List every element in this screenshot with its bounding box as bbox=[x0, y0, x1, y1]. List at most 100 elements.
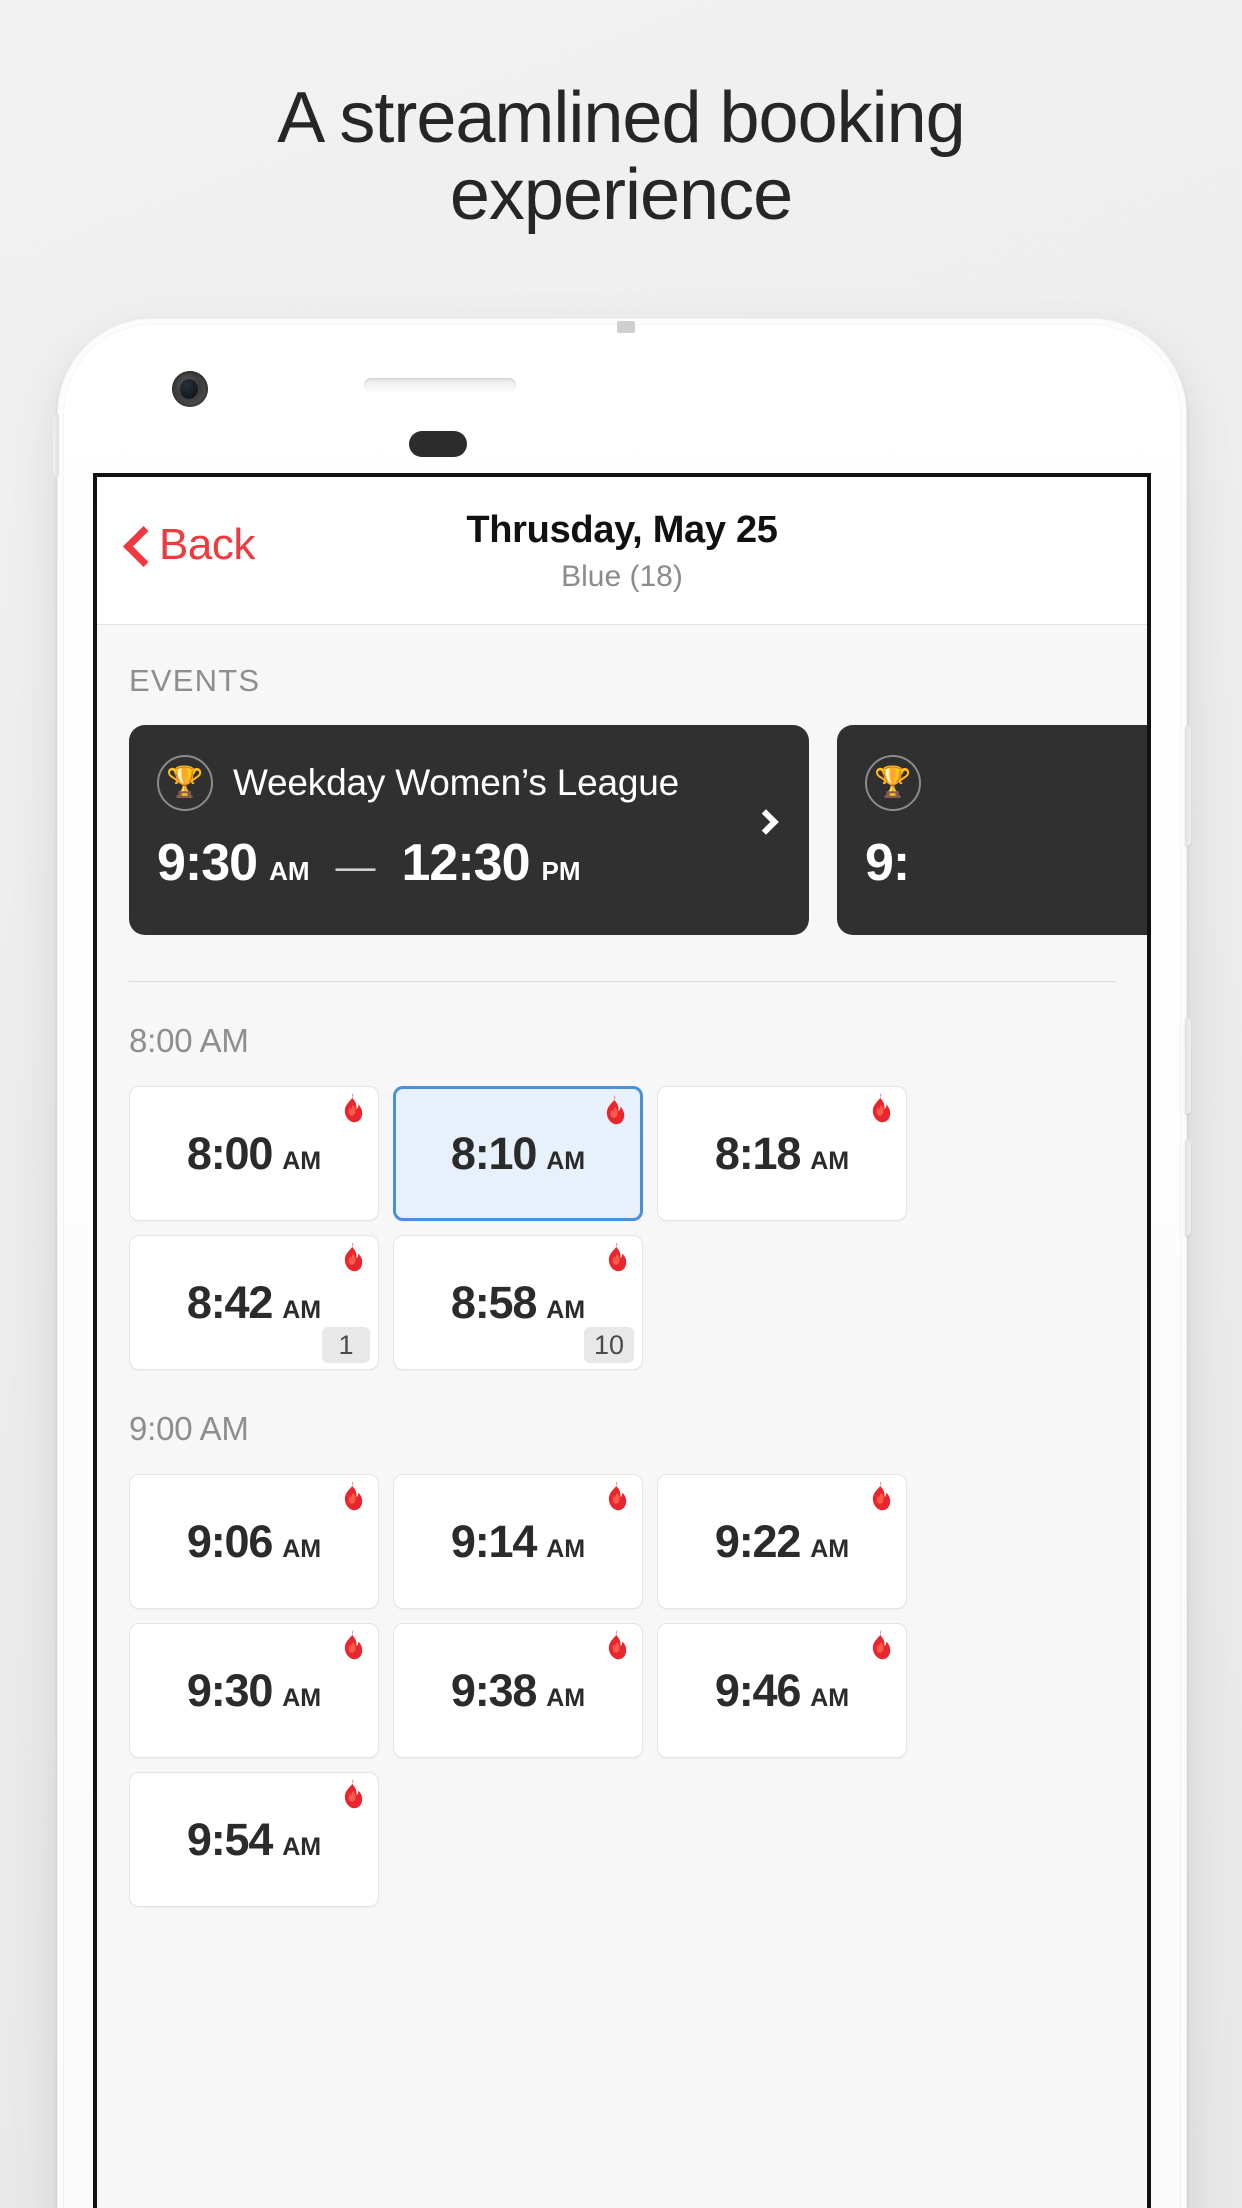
flame-icon bbox=[340, 1242, 366, 1274]
event-time-range: 9:30 AM — 12:30 PM bbox=[157, 833, 781, 893]
time-slot-time-wrap: 8:42 AM bbox=[187, 1277, 321, 1329]
time-slot-meridiem: AM bbox=[546, 1534, 586, 1563]
screen-content: EVENTS 🏆 Weekday Women’s League 9:30 AM … bbox=[97, 625, 1147, 1907]
time-group-label: 9:00 AM bbox=[129, 1410, 249, 1447]
time-slot[interactable]: 8:00 AM bbox=[129, 1086, 379, 1221]
flame-icon bbox=[340, 1779, 366, 1811]
event-start-time: 9: bbox=[865, 834, 910, 892]
front-camera-icon bbox=[172, 371, 208, 407]
time-slot-time: 8:18 bbox=[714, 1127, 801, 1179]
time-slot[interactable]: 9:06 AM bbox=[129, 1474, 379, 1609]
earpiece-speaker bbox=[364, 378, 516, 392]
time-slot-meridiem: AM bbox=[810, 1683, 850, 1712]
time-slot-time: 8:42 bbox=[186, 1276, 273, 1328]
event-start-time: 9:30 bbox=[157, 834, 258, 892]
phone-device: Back Thrusday, May 25 Blue (18) EVENTS 🏆… bbox=[53, 318, 1191, 2208]
flame-icon bbox=[868, 1630, 894, 1662]
time-slot-time: 9:46 bbox=[714, 1664, 801, 1716]
time-slot-time: 9:38 bbox=[450, 1664, 537, 1716]
time-slot[interactable]: 8:42 AM 1 bbox=[129, 1235, 379, 1370]
time-slot-time: 8:00 bbox=[186, 1127, 273, 1179]
trophy-icon: 🏆 bbox=[865, 755, 921, 811]
time-slot-meridiem: AM bbox=[282, 1295, 322, 1324]
time-slot-time: 8:58 bbox=[450, 1276, 537, 1328]
volume-down-button[interactable] bbox=[1185, 1140, 1191, 1236]
flame-icon bbox=[340, 1093, 366, 1125]
flame-icon bbox=[868, 1481, 894, 1513]
time-group-label: 8:00 AM bbox=[129, 1022, 249, 1059]
event-card[interactable]: 🏆 9: bbox=[837, 725, 1147, 935]
time-slot-time-wrap: 9:14 AM bbox=[451, 1516, 585, 1568]
time-slot-grid: 9:06 AM 9:14 AM 9:22 AM 9:30 AM 9:38 AM 9:46 AM 9:54… bbox=[97, 1448, 1127, 1907]
navigation-bar: Back Thrusday, May 25 Blue (18) bbox=[97, 477, 1147, 625]
power-button[interactable] bbox=[1185, 726, 1191, 846]
time-slot-meridiem: AM bbox=[282, 1146, 322, 1175]
time-slot-time-wrap: 9:30 AM bbox=[187, 1665, 321, 1717]
time-slot-meridiem: AM bbox=[282, 1534, 322, 1563]
time-slot-time-wrap: 9:06 AM bbox=[187, 1516, 321, 1568]
time-slot-meridiem: AM bbox=[810, 1146, 850, 1175]
time-slot-time: 9:06 bbox=[186, 1515, 273, 1567]
time-slot-time-wrap: 8:10 AM bbox=[451, 1128, 585, 1180]
flame-icon bbox=[868, 1093, 894, 1125]
time-slot-time: 9:30 bbox=[186, 1664, 273, 1716]
time-slot[interactable]: 9:30 AM bbox=[129, 1623, 379, 1758]
flame-icon bbox=[602, 1095, 628, 1127]
event-end-time: 12:30 bbox=[401, 834, 531, 892]
time-slot[interactable]: 9:14 AM bbox=[393, 1474, 643, 1609]
time-slot-meridiem: AM bbox=[546, 1295, 586, 1324]
time-slot-time: 8:10 bbox=[450, 1127, 537, 1179]
event-card-header: 🏆 bbox=[865, 755, 1147, 811]
flame-icon bbox=[340, 1481, 366, 1513]
time-slot-time: 9:14 bbox=[450, 1515, 537, 1567]
time-slot[interactable]: 9:46 AM bbox=[657, 1623, 907, 1758]
time-slot-time-wrap: 9:22 AM bbox=[715, 1516, 849, 1568]
event-card-header: 🏆 Weekday Women’s League bbox=[157, 755, 781, 811]
time-slot-grid: 8:00 AM 8:10 AM 8:18 AM 8:42 AM 1 8:58 AM 10 bbox=[97, 1060, 1127, 1370]
time-slot[interactable]: 9:54 AM bbox=[129, 1772, 379, 1907]
headline-line-2: experience bbox=[449, 155, 793, 236]
event-end-meridiem: PM bbox=[541, 856, 581, 886]
trophy-icon: 🏆 bbox=[157, 755, 213, 811]
phone-screen: Back Thrusday, May 25 Blue (18) EVENTS 🏆… bbox=[93, 473, 1151, 2208]
events-section-label: EVENTS bbox=[129, 663, 261, 698]
time-slot-time-wrap: 9:38 AM bbox=[451, 1665, 585, 1717]
time-slot[interactable]: 9:38 AM bbox=[393, 1623, 643, 1758]
time-slot-count-badge: 1 bbox=[322, 1327, 370, 1363]
time-slot-time: 9:22 bbox=[714, 1515, 801, 1567]
time-slot-meridiem: AM bbox=[282, 1832, 322, 1861]
time-slot-meridiem: AM bbox=[546, 1146, 586, 1175]
time-slot[interactable]: 8:18 AM bbox=[657, 1086, 907, 1221]
trophy-glyph: 🏆 bbox=[166, 766, 204, 799]
time-slot-groups: 8:00 AM 8:00 AM 8:10 AM 8:18 AM 8:42 AM 1 8:58 AM 10… bbox=[97, 982, 1147, 1907]
time-slot-time-wrap: 8:58 AM bbox=[451, 1277, 585, 1329]
time-slot-time-wrap: 8:00 AM bbox=[187, 1128, 321, 1180]
events-carousel[interactable]: 🏆 Weekday Women’s League 9:30 AM — 12:30… bbox=[97, 699, 1147, 935]
trophy-glyph: 🏆 bbox=[874, 766, 912, 799]
time-slot[interactable]: 9:22 AM bbox=[657, 1474, 907, 1609]
time-slot-time-wrap: 8:18 AM bbox=[715, 1128, 849, 1180]
time-slot[interactable]: 8:58 AM 10 bbox=[393, 1235, 643, 1370]
flame-icon bbox=[604, 1242, 630, 1274]
time-slot-time-wrap: 9:54 AM bbox=[187, 1814, 321, 1866]
flame-icon bbox=[604, 1630, 630, 1662]
event-card[interactable]: 🏆 Weekday Women’s League 9:30 AM — 12:30… bbox=[129, 725, 809, 935]
event-name: Weekday Women’s League bbox=[233, 762, 680, 803]
marketing-headline: A streamlined booking experience bbox=[0, 78, 1242, 236]
headline-line-1: A streamlined booking bbox=[277, 78, 965, 158]
chevron-right-icon bbox=[753, 809, 779, 835]
flame-icon bbox=[604, 1481, 630, 1513]
time-slot-meridiem: AM bbox=[810, 1534, 850, 1563]
time-slot-meridiem: AM bbox=[546, 1683, 586, 1712]
mute-switch[interactable] bbox=[53, 414, 59, 476]
antenna-line bbox=[617, 321, 635, 333]
page-title: Thrusday, May 25 bbox=[466, 509, 778, 551]
event-start-meridiem: AM bbox=[269, 856, 310, 886]
event-time-range: 9: bbox=[865, 833, 1147, 893]
volume-up-button[interactable] bbox=[1185, 1018, 1191, 1114]
proximity-sensor bbox=[409, 431, 467, 457]
flame-icon bbox=[340, 1630, 366, 1662]
time-slot-selected[interactable]: 8:10 AM bbox=[393, 1086, 643, 1221]
page-subtitle: Blue (18) bbox=[561, 560, 683, 593]
time-slot-meridiem: AM bbox=[282, 1683, 322, 1712]
